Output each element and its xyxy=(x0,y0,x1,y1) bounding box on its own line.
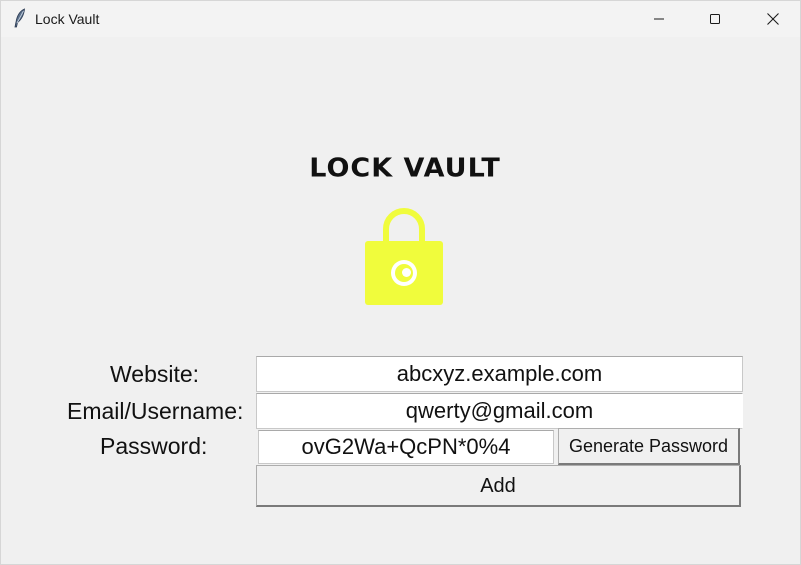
title-bar[interactable]: Lock Vault xyxy=(1,1,800,37)
add-button[interactable]: Add xyxy=(256,465,741,507)
email-label: Email/Username: xyxy=(67,398,244,424)
minimize-icon[interactable] xyxy=(631,1,687,37)
website-input[interactable] xyxy=(256,356,743,392)
maximize-icon[interactable] xyxy=(687,1,743,37)
password-label: Password: xyxy=(100,433,208,459)
logo-title: LOCK VAULT xyxy=(309,153,501,184)
close-icon[interactable] xyxy=(745,1,801,37)
website-label: Website: xyxy=(110,361,200,387)
window-title: Lock Vault xyxy=(35,11,100,27)
feather-icon xyxy=(12,8,28,28)
password-input[interactable] xyxy=(258,430,554,464)
padlock-icon xyxy=(363,207,445,309)
generate-password-button[interactable]: Generate Password xyxy=(558,428,740,465)
email-input[interactable] xyxy=(256,393,743,429)
logo-canvas: LOCK VAULT xyxy=(299,151,511,316)
app-window: Lock Vault LOCK VAULT Website: abcxyz.ex… xyxy=(0,0,801,565)
